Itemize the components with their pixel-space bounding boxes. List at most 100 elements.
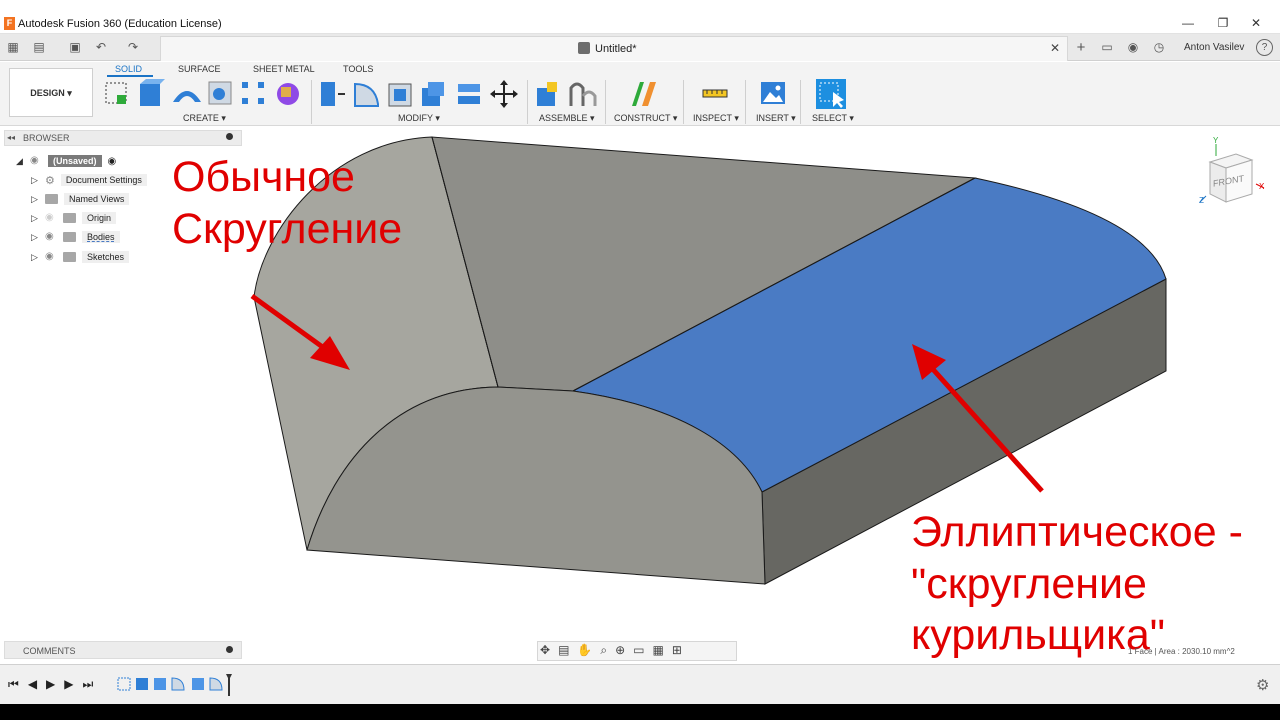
- go-to-start-icon[interactable]: ⏮: [8, 677, 19, 692]
- shell-icon[interactable]: [388, 83, 412, 107]
- browser-item-document-settings[interactable]: ▷ ⚙ Document Settings: [31, 173, 147, 187]
- active-radio-icon[interactable]: ◉: [108, 156, 117, 167]
- pan-hand-icon[interactable]: ✋: [577, 643, 592, 658]
- inspect-menu[interactable]: INSPECT ▾: [693, 113, 739, 124]
- annotation-line: Обычное: [172, 153, 355, 201]
- data-panel-grid-icon[interactable]: ▦: [5, 39, 21, 55]
- create-menu[interactable]: CREATE ▾: [183, 113, 226, 124]
- expand-arrow-icon[interactable]: ▷: [31, 194, 39, 204]
- step-back-icon[interactable]: ◀: [28, 677, 37, 692]
- zoom-icon[interactable]: ⌕: [600, 643, 607, 658]
- select-icon[interactable]: [815, 78, 847, 110]
- display-settings-icon[interactable]: ▭: [633, 643, 644, 658]
- construct-menu[interactable]: CONSTRUCT ▾: [614, 113, 677, 124]
- browser-item-bodies[interactable]: ▷ ◉ Bodies: [31, 230, 120, 244]
- ribbon-separator: [527, 80, 528, 124]
- select-menu[interactable]: SELECT ▾: [812, 113, 854, 124]
- annotation-line: "скругление: [911, 559, 1147, 608]
- timeline-fillet2-icon[interactable]: [209, 677, 223, 691]
- timeline-fillet-icon[interactable]: [171, 677, 185, 691]
- viewcube-y-axis: Y: [1213, 136, 1219, 145]
- extrude-icon[interactable]: [140, 79, 165, 106]
- comments-title: COMMENTS: [23, 646, 76, 656]
- expand-arrow-icon[interactable]: ▷: [31, 213, 39, 223]
- joint-icon[interactable]: [569, 82, 597, 106]
- notifications-icon[interactable]: ▭: [1099, 39, 1115, 55]
- annotation-standard-fillet: Обычное Скругление: [172, 152, 402, 255]
- restore-button[interactable]: ❐: [1213, 15, 1233, 31]
- new-tab-plus-icon[interactable]: +: [1072, 40, 1090, 56]
- collapse-triangle-icon[interactable]: ◢: [16, 156, 24, 166]
- history-clock-icon[interactable]: ◷: [1151, 39, 1167, 55]
- help-icon[interactable]: ?: [1256, 39, 1273, 56]
- new-component-icon[interactable]: [537, 82, 557, 106]
- save-icon[interactable]: ▣: [67, 39, 83, 55]
- measure-icon[interactable]: [700, 80, 730, 106]
- timeline-controls: ⏮ ◀ ▶ ▶ ⏭: [8, 677, 93, 692]
- orbit-icon[interactable]: ✥: [540, 643, 550, 658]
- grid-settings-icon[interactable]: ▦: [653, 643, 664, 658]
- close-tab-icon[interactable]: ✕: [1050, 41, 1060, 55]
- viewcube-z-axis: Z: [1199, 196, 1204, 205]
- visibility-eye-icon[interactable]: ◉: [30, 156, 42, 166]
- visibility-eye-icon[interactable]: ◉: [45, 252, 57, 262]
- insert-menu[interactable]: INSERT ▾: [756, 113, 796, 124]
- insert-image-icon[interactable]: [760, 80, 786, 106]
- job-status-icon[interactable]: ◉: [1125, 39, 1141, 55]
- combine-icon[interactable]: [422, 82, 444, 106]
- go-to-end-icon[interactable]: ⏭: [83, 677, 94, 692]
- pattern-icon[interactable]: [242, 82, 264, 104]
- tab-solid[interactable]: SOLID: [115, 64, 142, 74]
- play-icon[interactable]: ▶: [46, 677, 55, 692]
- timeline-sketch2-icon[interactable]: [154, 678, 166, 690]
- assemble-menu[interactable]: ASSEMBLE ▾: [539, 113, 595, 124]
- expand-arrow-icon[interactable]: ▷: [31, 232, 39, 242]
- selection-status: 1 Face | Area : 2030.10 mm^2: [1128, 647, 1235, 656]
- add-comment-icon[interactable]: [226, 646, 233, 653]
- browser-item-origin[interactable]: ▷ ◉ Origin: [31, 211, 117, 225]
- create-tools: [105, 79, 299, 106]
- timeline-extrude-icon[interactable]: [136, 678, 148, 690]
- browser-item-named-views[interactable]: ▷ Named Views: [31, 192, 130, 206]
- fit-zoom-icon[interactable]: ⊕: [615, 643, 625, 658]
- undo-icon[interactable]: ↶: [93, 39, 109, 55]
- user-name[interactable]: Anton Vasilev: [1184, 42, 1244, 53]
- tab-sheet-metal[interactable]: SHEET METAL: [253, 64, 315, 74]
- create-form-icon[interactable]: [277, 83, 299, 105]
- visibility-eye-icon[interactable]: ◉: [45, 213, 57, 223]
- file-menu-icon[interactable]: ▤: [31, 39, 47, 55]
- timeline-sketch3-icon[interactable]: [192, 678, 204, 690]
- visibility-eye-icon[interactable]: ◉: [45, 232, 57, 242]
- browser-item-sketches[interactable]: ▷ ◉ Sketches: [31, 250, 130, 264]
- close-window-button[interactable]: ✕: [1246, 15, 1266, 31]
- minimize-button[interactable]: —: [1178, 15, 1198, 31]
- collapse-panel-icon[interactable]: ◂◂: [7, 133, 15, 142]
- viewports-icon[interactable]: ⊞: [672, 643, 682, 658]
- browser-pin-icon[interactable]: [226, 133, 233, 140]
- timeline-marker[interactable]: [226, 674, 232, 696]
- folder-icon: [63, 252, 76, 262]
- create-sketch-icon[interactable]: [105, 82, 127, 104]
- tab-tools[interactable]: TOOLS: [343, 64, 373, 74]
- step-forward-icon[interactable]: ▶: [64, 677, 73, 692]
- offset-plane-icon[interactable]: [628, 78, 660, 110]
- hole-icon[interactable]: [208, 81, 232, 105]
- move-copy-icon[interactable]: [490, 80, 518, 108]
- tab-surface[interactable]: SURFACE: [178, 64, 221, 74]
- modify-menu[interactable]: MODIFY ▾: [398, 113, 440, 124]
- fillet-icon[interactable]: [354, 82, 379, 107]
- look-at-icon[interactable]: ▤: [558, 643, 569, 658]
- revolve-icon[interactable]: [173, 91, 201, 102]
- annotation-line: Скругление: [172, 204, 403, 253]
- workspace-switcher-button[interactable]: DESIGN ▾: [9, 68, 93, 117]
- offset-face-icon[interactable]: [458, 84, 480, 104]
- expand-arrow-icon[interactable]: ▷: [31, 175, 39, 185]
- timeline-settings-gear-icon[interactable]: ⚙: [1256, 676, 1269, 694]
- timeline-sketch-icon[interactable]: [117, 677, 131, 691]
- expand-arrow-icon[interactable]: ▷: [31, 252, 39, 262]
- press-pull-icon[interactable]: [321, 82, 345, 106]
- browser-root-row[interactable]: ◢ ◉ (Unsaved) ◉: [16, 154, 116, 168]
- redo-icon[interactable]: ↷: [125, 39, 141, 55]
- viewcube[interactable]: [1196, 136, 1268, 212]
- folder-icon: [63, 213, 76, 223]
